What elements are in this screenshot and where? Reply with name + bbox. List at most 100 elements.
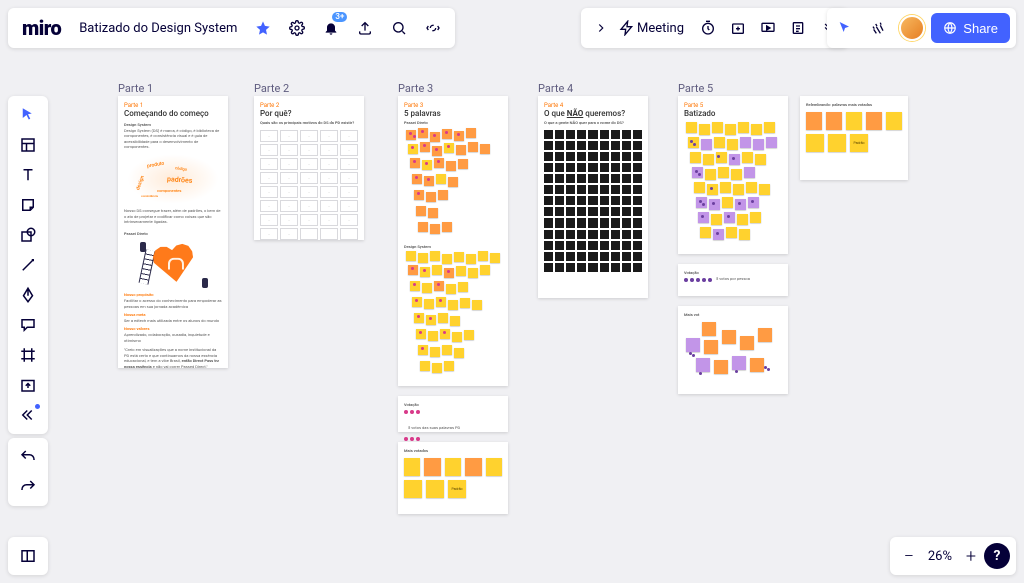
frame-mais-votados[interactable]: Mais votados Padrão (398, 442, 508, 514)
body-text: Nosso DS consegue trazer, além de padrõe… (124, 208, 222, 225)
search-button[interactable] (385, 14, 413, 42)
share-button[interactable]: Share (931, 13, 1010, 43)
section-label: Parte 3 (398, 82, 433, 95)
templates-tool[interactable] (8, 130, 48, 160)
frame-kicker: Parte 3 (404, 102, 502, 109)
redo-button[interactable] (8, 472, 48, 502)
select-tool[interactable] (8, 100, 48, 130)
frame-kicker: Parte 4 (544, 102, 642, 109)
timer-icon (700, 20, 716, 36)
pen-tool[interactable] (8, 280, 48, 310)
frame-tool-icon (19, 346, 37, 364)
legend: 5 votos por pessoa (716, 276, 750, 282)
notifications-button[interactable]: 3+ (317, 14, 345, 42)
undo-button[interactable] (8, 442, 48, 472)
notes-icon (790, 20, 806, 36)
export-button[interactable] (351, 14, 379, 42)
export-icon (357, 20, 373, 36)
frame-relembrando[interactable]: Relembrando: palavras mais votadas Padrã… (800, 96, 908, 180)
body-text: Design System (DS) é marca, é código, é … (124, 128, 222, 150)
user-avatar[interactable] (899, 15, 925, 41)
comment-tool[interactable] (8, 310, 48, 340)
star-button[interactable] (249, 14, 277, 42)
notification-badge: 3+ (332, 12, 347, 22)
black-sticky-grid (544, 130, 642, 272)
heading: Passei Direto (124, 231, 222, 237)
share-label: Share (963, 21, 998, 36)
miro-logo[interactable]: miro (16, 16, 67, 40)
frame-mais-vot-5[interactable]: Mais vot (678, 306, 788, 394)
text-tool[interactable] (8, 160, 48, 190)
add-participant-icon (730, 20, 746, 36)
meeting-button[interactable]: Meeting (617, 14, 692, 42)
body-text: "Creio em visualizações que a nome insti… (124, 347, 222, 369)
heading: Relembrando: palavras mais votadas (806, 102, 902, 108)
frame-votacao[interactable]: Votação 5 votos das suas palavras PD 5 v… (398, 396, 508, 432)
section-label: Parte 5 (678, 82, 713, 95)
frame-votacao-5[interactable]: Votação 5 votos por pessoa (678, 264, 788, 296)
timer-button[interactable] (694, 14, 722, 42)
link-button[interactable] (419, 14, 447, 42)
row: Padrão (806, 134, 902, 152)
board-title[interactable]: Batizado do Design System (73, 21, 243, 36)
vote-dots (404, 410, 502, 414)
zoom-out-button[interactable]: − (896, 543, 922, 569)
upload-tool[interactable] (8, 370, 48, 400)
top-left-toolbar: miro Batizado do Design System 3+ (8, 8, 455, 48)
board-canvas[interactable]: Parte 1 Parte 1 Começando do começo Desi… (0, 0, 1024, 583)
line-tool[interactable] (8, 250, 48, 280)
frame-parte-3[interactable]: Parte 3 5 palavras Passei Direto (398, 96, 508, 386)
select-tool-icon (19, 106, 37, 124)
sticky-tool[interactable] (8, 190, 48, 220)
subheading: Quais são os principais motivos do DS da… (260, 120, 358, 126)
shape-tool-icon (19, 226, 37, 244)
tools-toolbar (8, 96, 48, 434)
help-button[interactable]: ? (984, 543, 1010, 569)
notes-button[interactable] (784, 14, 812, 42)
reactions-icon (871, 20, 887, 36)
wordcloud: produto padrões design componentes códig… (127, 154, 219, 204)
frame-parte-1[interactable]: Parte 1 Começando do começo Design Syste… (118, 96, 228, 368)
sticky-cluster (404, 126, 502, 242)
zoom-level[interactable]: 26% (922, 549, 958, 564)
frame-parte-5[interactable]: Parte 5 Batizado (678, 96, 788, 254)
present-icon (760, 20, 776, 36)
section-label: Parte 1 (118, 82, 153, 95)
section-label: Parte 4 (538, 82, 573, 95)
zoom-controls: − 26% + ? (890, 537, 1016, 575)
sticky-tool-icon (19, 196, 37, 214)
undo-icon (19, 448, 37, 466)
shape-tool[interactable] (8, 220, 48, 250)
more-tools[interactable] (8, 400, 48, 430)
sticky-cluster (404, 249, 502, 379)
present-button[interactable] (754, 14, 782, 42)
section-label: Parte 2 (254, 82, 289, 95)
vote-dots (404, 437, 502, 441)
collab-cursor-icon (837, 20, 853, 36)
settings-icon (289, 20, 305, 36)
expand-button[interactable] (587, 14, 615, 42)
minimap-button[interactable] (8, 537, 48, 575)
illustration-heart (138, 240, 208, 288)
heading: Votação (404, 402, 502, 408)
hide-cursors-button[interactable] (831, 14, 859, 42)
subheading: O que a gente NÃO quer para o nome do DS… (544, 120, 642, 126)
frame-title: O que NÃO queremos? (544, 109, 642, 118)
frame-tool[interactable] (8, 340, 48, 370)
chevron-right-icon (594, 21, 608, 35)
comment-tool-icon (19, 316, 37, 334)
reactions-button[interactable] (865, 14, 893, 42)
frame-kicker: Parte 1 (124, 102, 222, 109)
frame-parte-2[interactable]: Parte 2 Por quê? Quais são os principais… (254, 96, 364, 240)
history-toolbar (8, 438, 48, 506)
search-icon (391, 20, 407, 36)
voting-button[interactable] (724, 14, 752, 42)
legend: 5 votos das suas palavras PD (408, 425, 460, 430)
settings-button[interactable] (283, 14, 311, 42)
frame-title: Começando do começo (124, 109, 222, 118)
zoom-in-button[interactable]: + (958, 543, 984, 569)
frame-parte-4[interactable]: Parte 4 O que NÃO queremos? O que a gent… (538, 96, 648, 298)
more-tools-badge (35, 404, 40, 409)
star-icon (255, 20, 271, 36)
link-icon (425, 20, 441, 36)
